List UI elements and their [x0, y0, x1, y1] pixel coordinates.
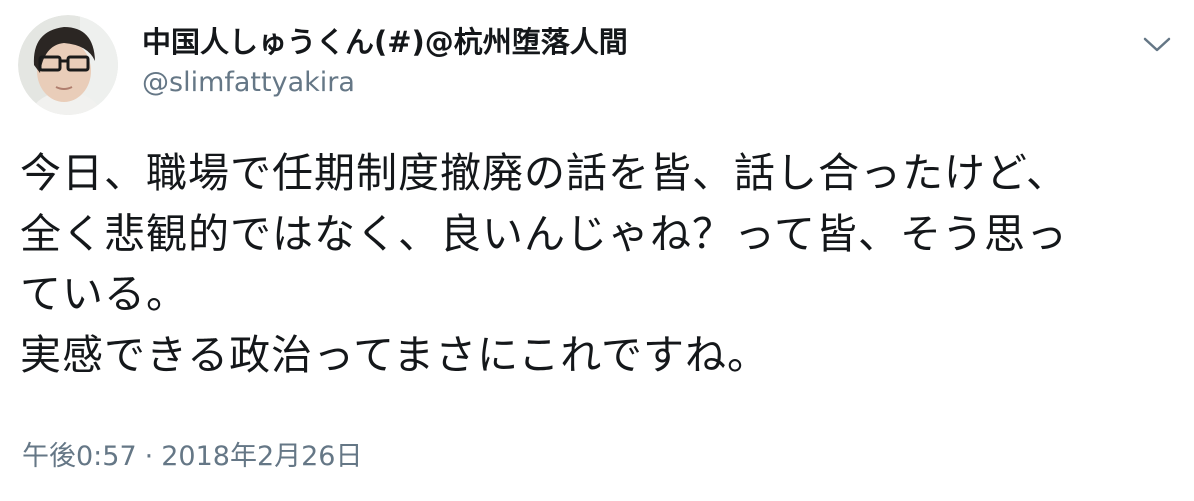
- tweet-time: 午後0:57: [22, 441, 137, 472]
- tweet-card: 中国人しゅうくん(#)@杭州堕落人間 @slimfattyakira 今日、職場…: [0, 0, 1194, 501]
- chevron-down-icon: [1143, 37, 1171, 52]
- tweet-timestamp[interactable]: 午後0:57 · 2018年2月26日: [22, 437, 362, 477]
- tweet-menu-button[interactable]: [1142, 34, 1172, 56]
- username-handle[interactable]: @slimfattyakira: [142, 65, 628, 101]
- tweet-date: 2018年2月26日: [161, 441, 363, 472]
- name-block: 中国人しゅうくん(#)@杭州堕落人間 @slimfattyakira: [142, 23, 628, 101]
- avatar[interactable]: [18, 15, 118, 115]
- meta-separator: ·: [144, 441, 154, 472]
- tweet-header: 中国人しゅうくん(#)@杭州堕落人間 @slimfattyakira: [18, 15, 628, 115]
- tweet-text: 今日、職場で任期制度撤廃の話を皆、話し合ったけど、 全く悲観的ではなく、良いんじ…: [20, 149, 1068, 379]
- avatar-photo: [18, 15, 118, 115]
- display-name[interactable]: 中国人しゅうくん(#)@杭州堕落人間: [142, 23, 628, 61]
